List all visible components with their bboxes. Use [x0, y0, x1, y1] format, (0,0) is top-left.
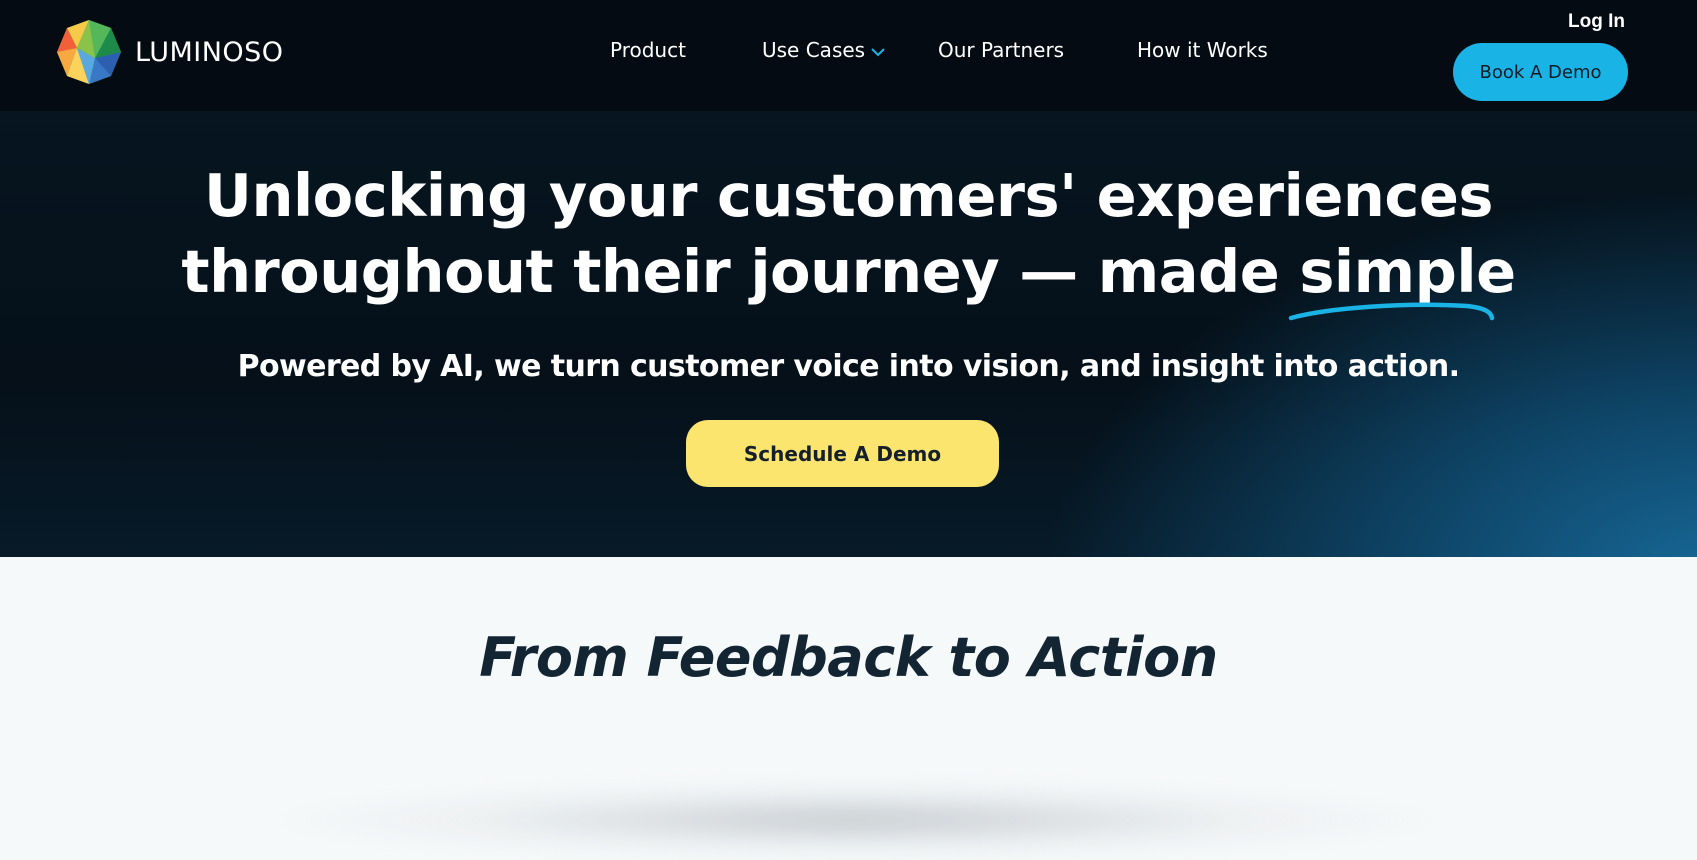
- hero-headline-line-1: Unlocking your customers' experiences: [204, 161, 1493, 230]
- book-demo-button[interactable]: Book A Demo: [1453, 43, 1628, 101]
- hero-highlight-word: simple: [1289, 234, 1516, 321]
- site-header: LUMINOSO Product Use Cases Our Partners …: [0, 0, 1697, 111]
- luminoso-gem-logo-icon: [57, 20, 121, 84]
- brand-name: LUMINOSO: [135, 36, 284, 68]
- chevron-down-icon: [871, 47, 885, 56]
- brand-logo[interactable]: LUMINOSO: [55, 18, 284, 86]
- content-card-shadow: [280, 780, 1430, 860]
- hero-headline-line-2-text: throughout their journey — made: [181, 237, 1300, 306]
- section-title: From Feedback to Action: [479, 626, 1218, 689]
- nav-item-use-cases-label: Use Cases: [762, 38, 866, 62]
- login-link[interactable]: Log In: [1568, 11, 1625, 33]
- hero-section: Unlocking your customers' experiences th…: [0, 111, 1697, 557]
- nav-item-product[interactable]: Product: [610, 38, 686, 62]
- hero-headline-line-2: throughout their journey — made simple: [0, 234, 1697, 321]
- nav-item-our-partners[interactable]: Our Partners: [938, 38, 1064, 62]
- hero-subheadline: Powered by AI, we turn customer voice in…: [237, 349, 1460, 384]
- nav-item-how-it-works[interactable]: How it Works: [1137, 38, 1268, 62]
- nav-item-use-cases[interactable]: Use Cases: [762, 38, 885, 62]
- hero-headline: Unlocking your customers' experiences th…: [0, 158, 1697, 321]
- hero-highlight-text: simple: [1299, 237, 1516, 306]
- schedule-demo-button[interactable]: Schedule A Demo: [686, 420, 999, 487]
